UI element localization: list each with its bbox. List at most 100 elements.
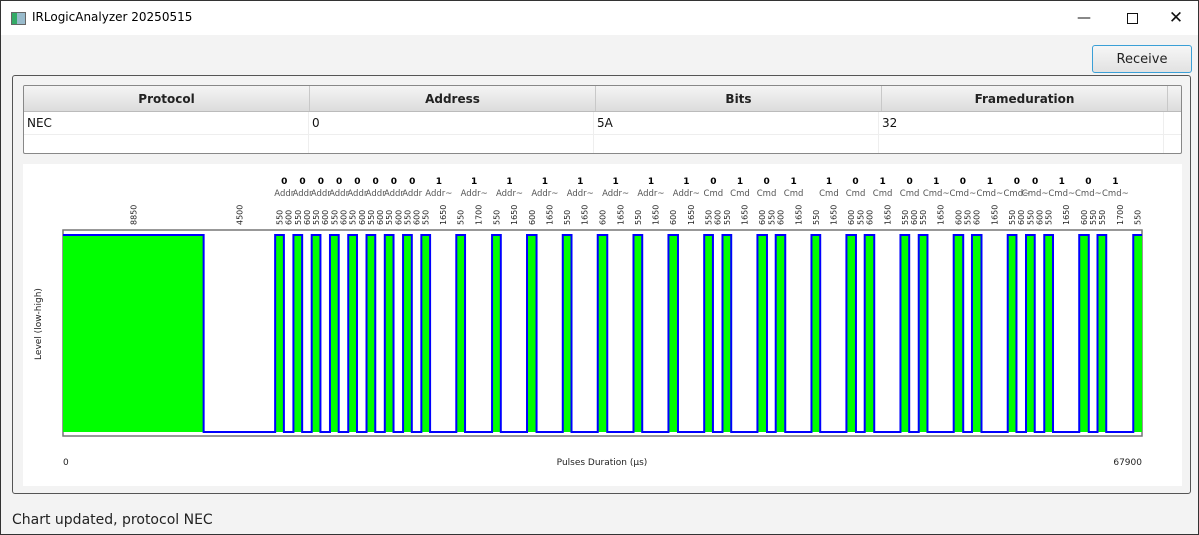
close-button[interactable]: ✕ (1153, 1, 1199, 35)
pulse-mark (1079, 235, 1089, 432)
pulse-duration-label: 550 (705, 210, 714, 225)
bit-field-label: Addr~ (496, 189, 523, 199)
pulse-duration-label: 1650 (651, 205, 660, 225)
bit-field-label: Addr~ (637, 189, 664, 199)
pulse-duration-label: 550 (563, 210, 572, 225)
pulse-duration-label: 1700 (1116, 205, 1125, 225)
bit-value-label: 0 (409, 177, 415, 187)
column-header-bits[interactable]: Bits (596, 86, 882, 111)
maximize-button[interactable] (1109, 1, 1155, 35)
bit-value-label: 0 (318, 177, 324, 187)
table-row-empty (24, 135, 1181, 153)
pulse-duration-label: 8850 (129, 205, 138, 225)
pulse-duration-label: 1650 (1062, 205, 1071, 225)
pulse-duration-label: 550 (964, 210, 973, 225)
bit-value-label: 0 (906, 177, 912, 187)
bit-value-label: 1 (471, 177, 477, 187)
pulse-duration-label: 600 (285, 210, 294, 225)
pulse-mark (811, 235, 821, 432)
column-header-protocol[interactable]: Protocol (24, 86, 310, 111)
column-header-frameduration[interactable]: Frameduration (882, 86, 1168, 111)
pulse-duration-label: 600 (910, 210, 919, 225)
pulse-duration-label: 600 (303, 210, 312, 225)
bit-value-label: 1 (542, 177, 548, 187)
x-tick-label-min: 0 (63, 458, 69, 468)
bit-value-label: 1 (933, 177, 939, 187)
bit-value-label: 0 (1014, 177, 1020, 187)
pulse-duration-label: 600 (1017, 210, 1026, 225)
receive-button[interactable]: Receive (1092, 45, 1192, 73)
bit-value-label: 1 (648, 177, 654, 187)
pulse-duration-label: 550 (492, 210, 501, 225)
bit-field-label: Cmd~ (923, 189, 950, 199)
pulse-mark (329, 235, 339, 432)
pulse-duration-label: 600 (1080, 210, 1089, 225)
protocol-table: Protocol Address Bits Frameduration NEC … (23, 85, 1182, 154)
cell-protocol: NEC (24, 112, 309, 134)
pulse-mark (492, 235, 501, 432)
bit-field-label: Cmd~ (976, 189, 1003, 199)
bit-value-label: 1 (987, 177, 993, 187)
pulse-mark (456, 235, 466, 432)
bit-field-label: Addr~ (425, 189, 452, 199)
pulse-duration-label: 1650 (510, 205, 519, 225)
pulse-duration-label: 600 (954, 210, 963, 225)
table-row[interactable]: NEC 0 5A 32 (24, 112, 1181, 135)
pulse-mark (900, 235, 910, 432)
pulse-duration-label: 1700 (475, 205, 484, 225)
pulse-mark (1044, 235, 1054, 432)
pulse-mark (527, 235, 537, 432)
cell-frameduration: 32 (879, 112, 1164, 134)
pulse-duration-label: 550 (1026, 210, 1035, 225)
bit-field-label: Addr~ (531, 189, 558, 199)
bit-field-label: Cmd~ (1075, 189, 1102, 199)
title-bar: IRLogicAnalyzer 20250515 — ✕ (1, 1, 1198, 35)
pulse-duration-label: 550 (367, 210, 376, 225)
bit-field-label: Cmd (704, 189, 724, 199)
cell-bits: 5A (594, 112, 879, 134)
pulse-duration-label: 1650 (439, 205, 448, 225)
pulse-duration-label: 550 (1089, 210, 1098, 225)
pulse-mark (293, 235, 303, 432)
bit-value-label: 0 (354, 177, 360, 187)
bit-value-label: 0 (852, 177, 858, 187)
pulse-mark (384, 235, 394, 432)
bit-value-label: 1 (612, 177, 618, 187)
pulse-duration-label: 1650 (829, 205, 838, 225)
bit-field-label: Cmd (819, 189, 839, 199)
pulse-duration-label: 600 (669, 210, 678, 225)
bit-value-label: 0 (391, 177, 397, 187)
pulse-duration-label: 1650 (937, 205, 946, 225)
bit-value-label: 0 (1085, 177, 1091, 187)
pulse-mark (311, 235, 321, 432)
pulse-duration-label: 600 (1036, 210, 1045, 225)
bit-field-label: Cmd~ (1102, 189, 1129, 199)
pulse-duration-label: 550 (294, 210, 303, 225)
bit-field-label: Cmd (900, 189, 920, 199)
app-icon (11, 12, 26, 25)
bit-field-label: Cmd~ (1022, 189, 1049, 199)
pulse-duration-label: 600 (847, 210, 856, 225)
pulse-duration-label: 1650 (616, 205, 625, 225)
pulse-mark (63, 235, 204, 432)
pulse-duration-label: 550 (312, 210, 321, 225)
pulse-duration-label: 550 (767, 210, 776, 225)
pulse-chart: Level (low-high) Pulses Duration (µs) 0 … (23, 164, 1182, 486)
pulse-duration-label: 550 (723, 210, 732, 225)
x-tick-label-max: 67900 (1113, 458, 1142, 468)
bit-field-label: Addr~ (567, 189, 594, 199)
close-icon: ✕ (1168, 8, 1184, 28)
pulse-duration-label: 600 (413, 210, 422, 225)
bit-field-label: Cmd~ (1048, 189, 1075, 199)
pulse-duration-label: 600 (528, 210, 537, 225)
bit-value-label: 0 (373, 177, 379, 187)
pulse-mark (1097, 235, 1107, 432)
minimize-button[interactable]: — (1061, 1, 1107, 35)
pulse-duration-label: 550 (385, 210, 394, 225)
bit-field-label: Addr~ (602, 189, 629, 199)
bit-value-label: 1 (879, 177, 885, 187)
pulse-mark (722, 235, 732, 432)
pulse-duration-label: 600 (776, 210, 785, 225)
status-bar: Chart updated, protocol NEC (12, 512, 213, 528)
column-header-address[interactable]: Address (310, 86, 596, 111)
